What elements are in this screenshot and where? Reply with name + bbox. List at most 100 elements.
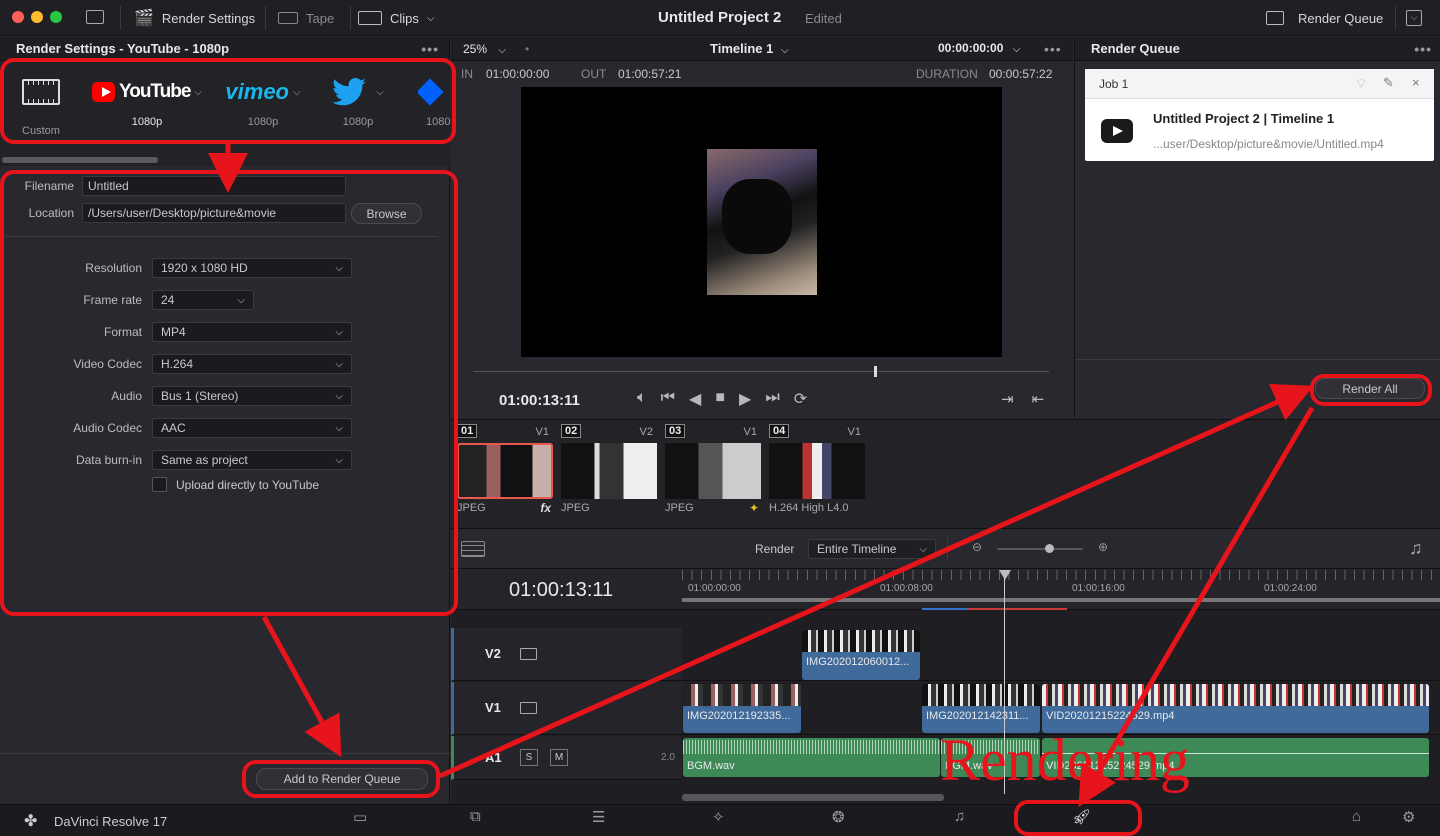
media-page-icon[interactable]: ▭: [353, 808, 367, 826]
timeline-timecode: 01:00:13:11: [509, 579, 614, 601]
clip-thumbnail[interactable]: 01 V1 JPEG fx: [457, 424, 555, 524]
chevron-down-icon: ⌵: [293, 86, 301, 98]
more-options-icon[interactable]: •••: [1414, 41, 1432, 57]
timeline-view-icon[interactable]: [461, 541, 485, 557]
render-queue-title: Render Queue: [1091, 41, 1180, 56]
music-note-icon[interactable]: ♫: [1409, 538, 1423, 559]
timeline-scrollbar[interactable]: [682, 794, 944, 801]
location-input[interactable]: /Users/user/Desktop/picture&movie: [82, 203, 346, 223]
timecode-dropdown[interactable]: 00:00:00:00 ⌵: [938, 41, 1020, 55]
track-header-v1[interactable]: V1: [451, 682, 682, 735]
zoom-slider-handle[interactable]: [1045, 544, 1054, 553]
job-card-header: Job 1 ⌔ ✎ ×: [1085, 69, 1434, 99]
next-clip-icon[interactable]: ⇥: [1001, 390, 1014, 408]
location-label: Location: [28, 206, 74, 220]
edit-page-icon[interactable]: ☰: [592, 808, 605, 826]
track-header-a1[interactable]: A1 S M 2.0: [451, 736, 682, 780]
setting-dropdown[interactable]: H.264 ⌵: [152, 354, 352, 374]
video-preview[interactable]: [521, 87, 1002, 357]
zoom-in-icon[interactable]: ⊕: [1098, 540, 1108, 554]
browse-button[interactable]: Browse: [351, 203, 422, 224]
preset-dropbox[interactable]: 1080: [418, 77, 450, 128]
davinci-logo-icon: ✤: [24, 813, 38, 830]
more-options-icon[interactable]: •••: [1044, 41, 1062, 57]
preset-vimeo[interactable]: vimeo ⌵ 1080p: [218, 77, 308, 128]
timeline-clip[interactable]: IMG202012060012...: [802, 630, 920, 680]
render-all-button[interactable]: Render All: [1315, 378, 1425, 399]
duration-timecode: 00:00:57:22: [989, 67, 1053, 81]
render-range-dropdown[interactable]: Entire Timeline ⌵: [808, 539, 936, 559]
previous-clip-icon[interactable]: ⇤: [1032, 390, 1045, 408]
preset-custom[interactable]: Custom: [10, 79, 72, 137]
timeline-dropdown[interactable]: Timeline 1 ⌵: [710, 41, 789, 56]
volume-icon[interactable]: 🔈︎: [637, 389, 647, 409]
track-header-v2[interactable]: V2: [451, 628, 682, 681]
timeline-clip[interactable]: IMG202012142311...: [922, 684, 1040, 733]
setting-dropdown[interactable]: MP4 ⌵: [152, 322, 352, 342]
timeline-ruler[interactable]: 01:00:00:00 01:00:08:00 01:00:16:00 01:0…: [682, 570, 1440, 610]
loop-icon[interactable]: ⟳: [794, 389, 807, 409]
render-job-card[interactable]: Job 1 ⌔ ✎ × Untitled Project 2 | Timelin…: [1085, 69, 1434, 161]
scrubber-track[interactable]: [473, 371, 1049, 372]
render-settings-toggle[interactable]: 🎬 Render Settings: [134, 0, 255, 36]
minimize-window-button[interactable]: [31, 11, 43, 23]
cut-page-icon[interactable]: ⧉: [470, 808, 481, 825]
setting-dropdown[interactable]: 24 ⌵: [152, 290, 254, 310]
edit-pencil-icon[interactable]: ✎: [1383, 75, 1394, 91]
clips-toggle[interactable]: Clips ⌵: [358, 0, 435, 36]
audio-level: 2.0: [661, 752, 675, 763]
clip-thumbnail[interactable]: 02 V2 JPEG: [561, 424, 659, 524]
skip-to-end-icon[interactable]: ⏭︎: [765, 389, 779, 409]
setting-dropdown[interactable]: 1920 x 1080 HD ⌵: [152, 258, 352, 278]
filename-input[interactable]: Untitled: [82, 176, 346, 196]
upload-checkbox[interactable]: [152, 477, 167, 492]
tape-toggle[interactable]: Tape: [278, 0, 334, 36]
preset-scrollbar[interactable]: [2, 157, 158, 163]
chevron-down-icon: ⌵: [780, 45, 789, 56]
deliver-page-rocket-icon[interactable]: 🚀︎: [1072, 808, 1091, 826]
viewer-panel: 25% ⌵ • Timeline 1 ⌵ 00:00:00:00 ⌵ ••• I…: [451, 37, 1073, 418]
scrubber-handle[interactable]: [874, 366, 877, 377]
stop-icon[interactable]: ■: [715, 389, 725, 409]
preset-twitter[interactable]: ⌵ 1080p: [320, 77, 396, 128]
setting-dropdown[interactable]: AAC ⌵: [152, 418, 352, 438]
fairlight-page-icon[interactable]: ♫: [954, 808, 965, 825]
audio-clip[interactable]: BGM.wav: [683, 738, 940, 777]
zoom-slider[interactable]: [997, 548, 1083, 550]
setting-dropdown[interactable]: Same as project ⌵: [152, 450, 352, 470]
settings-gear-icon[interactable]: ⚙: [1402, 808, 1415, 826]
fusion-page-icon[interactable]: ✧: [712, 808, 725, 826]
video-track-icon[interactable]: [520, 702, 537, 714]
play-icon[interactable]: ▶︎: [739, 389, 751, 409]
mute-button[interactable]: M: [550, 749, 568, 766]
close-icon[interactable]: ×: [1412, 75, 1420, 90]
clip-thumbnails: [802, 630, 920, 652]
zoom-window-button[interactable]: [50, 11, 62, 23]
clip-number: 04: [769, 424, 790, 438]
clip-effect-icon: ✦: [748, 501, 759, 515]
timeline-clip[interactable]: IMG202012192335...: [683, 684, 801, 733]
video-track-icon[interactable]: [520, 648, 537, 660]
zoom-dropdown[interactable]: 25% ⌵: [463, 42, 506, 56]
setting-label: Data burn-in: [75, 453, 142, 467]
close-window-button[interactable]: [12, 11, 24, 23]
clip-thumbnail[interactable]: 03 V1 JPEG ✦: [665, 424, 763, 524]
render-queue-toggle[interactable]: Render Queue: [1266, 0, 1383, 36]
zoom-out-icon[interactable]: ⊖: [972, 540, 982, 554]
more-options-icon[interactable]: •••: [421, 41, 439, 57]
play-reverse-icon[interactable]: ◀︎: [689, 389, 701, 409]
clip-thumbnail[interactable]: 04 V1 H.264 High L4.0: [769, 424, 867, 524]
solo-button[interactable]: S: [520, 749, 538, 766]
render-cache-indicator: [967, 608, 1067, 610]
timeline-clip[interactable]: VID20201215224529.mp4: [1042, 684, 1429, 733]
skip-to-start-icon[interactable]: ⏮︎: [661, 389, 675, 409]
expand-icon[interactable]: ⌵: [1406, 10, 1422, 26]
color-page-icon[interactable]: ❂: [832, 808, 845, 826]
add-to-render-queue-button[interactable]: Add to Render Queue: [256, 768, 428, 790]
setting-dropdown[interactable]: Bus 1 (Stereo) ⌵: [152, 386, 352, 406]
render-range-bar[interactable]: [682, 598, 1440, 602]
monitor-icon[interactable]: [86, 10, 104, 24]
chevron-down-icon: ⌵: [335, 326, 343, 338]
home-icon[interactable]: ⌂: [1352, 808, 1361, 825]
preset-youtube[interactable]: YouTube ⌵ 1080p: [92, 77, 202, 128]
